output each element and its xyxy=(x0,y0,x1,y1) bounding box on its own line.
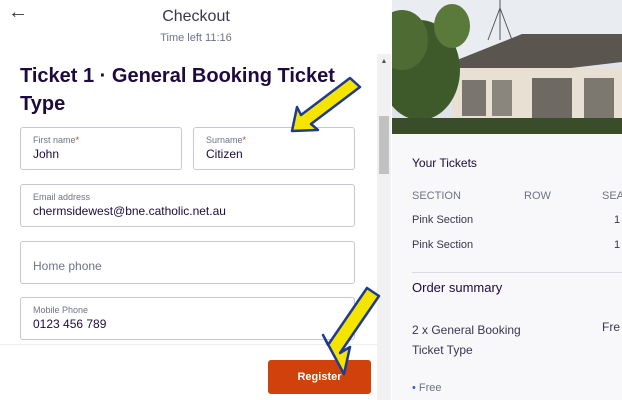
yellow-arrow-icon xyxy=(321,286,381,376)
yellow-arrow-icon xyxy=(290,76,362,133)
annotation-overlay xyxy=(290,76,381,376)
